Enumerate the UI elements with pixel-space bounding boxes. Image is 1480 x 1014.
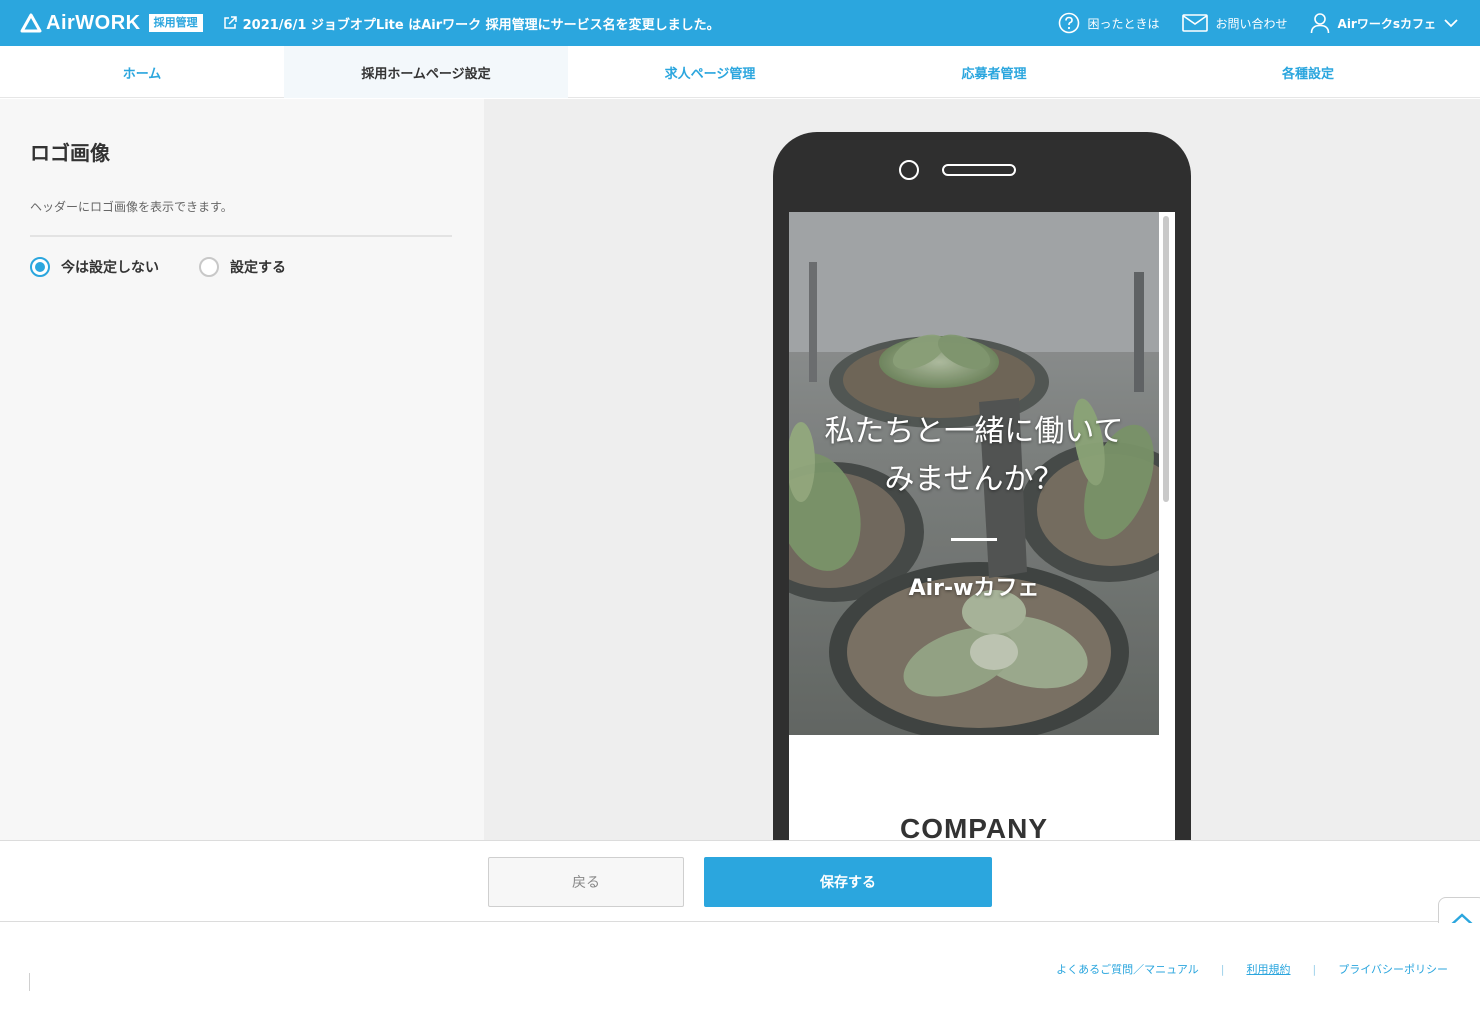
tab-home[interactable]: ホーム (0, 46, 284, 98)
hero-heading: 私たちと一緒に働いて みませんか？ (789, 408, 1159, 504)
radio-label[interactable]: 設定する (230, 257, 286, 277)
hero-heading-line1: 私たちと一緒に働いて (824, 414, 1124, 449)
tab-job-page-management[interactable]: 求人ページ管理 (568, 46, 852, 98)
phone-mockup: 私たちと一緒に働いて みませんか？ Air-wカフェ COMPANY (773, 132, 1191, 840)
hero-image: 私たちと一緒に働いて みませんか？ Air-wカフェ (789, 212, 1159, 735)
privacy-policy-link[interactable]: プライバシーポリシー (1338, 961, 1448, 977)
user-menu[interactable]: Airワークsカフェ (1310, 12, 1458, 34)
airwork-logo[interactable]: AirWORK 採用管理 (20, 12, 203, 35)
user-label: Airワークsカフェ (1337, 16, 1436, 31)
radio-set[interactable]: 設定する (199, 257, 286, 277)
top-header: AirWORK 採用管理 2021/6/1 ジョブオプLite はAirワーク … (0, 0, 1480, 46)
footer-mark (29, 973, 30, 991)
external-link-icon (223, 16, 237, 29)
question-circle-icon (1058, 12, 1079, 34)
help-link[interactable]: 困ったときは (1058, 12, 1160, 34)
radio-button-unchecked[interactable] (199, 257, 219, 277)
tab-settings[interactable]: 各種設定 (1136, 46, 1480, 98)
logo-radio-group: 今は設定しない 設定する (30, 257, 454, 277)
radio-button-checked[interactable] (30, 257, 50, 277)
radio-label[interactable]: 今は設定しない (61, 257, 159, 277)
back-button[interactable]: 戻る (488, 857, 684, 907)
footer-links: よくあるご質問／マニュアル | 利用規約 | プライバシーポリシー (1056, 961, 1448, 977)
header-links: 困ったときは お問い合わせ Airワークsカフェ (1036, 12, 1459, 34)
action-bar: 戻る 保存する (0, 840, 1480, 943)
notice-link[interactable]: 2021/6/1 ジョブオプLite はAirワーク 採用管理にサービス名を変更… (223, 14, 720, 33)
hero-company-name: Air-wカフェ (908, 576, 1040, 601)
hero-heading-line2: みませんか？ (884, 462, 1064, 497)
logo-badge: 採用管理 (148, 14, 203, 32)
faq-manual-link[interactable]: よくあるご質問／マニュアル (1056, 961, 1199, 977)
preview-scrollbar[interactable] (1163, 216, 1169, 502)
settings-panel: ロゴ画像 ヘッダーにロゴ画像を表示できます。 今は設定しない 設定する (0, 99, 484, 840)
phone-screen[interactable]: 私たちと一緒に働いて みませんか？ Air-wカフェ COMPANY (789, 212, 1175, 840)
chevron-down-icon (1444, 19, 1458, 28)
contact-link[interactable]: お問い合わせ (1181, 14, 1288, 32)
footer-separator: | (1220, 962, 1225, 976)
section-title: ロゴ画像 (30, 141, 110, 165)
tab-recruit-homepage-settings[interactable]: 採用ホームページ設定 (284, 46, 568, 98)
phone-camera (899, 160, 919, 180)
envelope-icon (1181, 14, 1208, 32)
phone-speaker (942, 164, 1016, 176)
tab-applicant-management[interactable]: 応募者管理 (852, 46, 1136, 98)
main-nav: ホーム 採用ホームページ設定 求人ページ管理 応募者管理 各種設定 (0, 46, 1480, 98)
contact-label: お問い合わせ (1215, 16, 1288, 31)
section-description: ヘッダーにロゴ画像を表示できます。 (30, 200, 233, 214)
help-label: 困ったときは (1087, 16, 1160, 31)
footer: よくあるご質問／マニュアル | 利用規約 | プライバシーポリシー (0, 923, 1480, 1014)
radio-not-now[interactable]: 今は設定しない (30, 257, 159, 277)
footer-separator: | (1312, 962, 1317, 976)
logo-text: AirWORK (46, 11, 141, 34)
hero-rule (951, 538, 997, 541)
divider (30, 235, 452, 237)
airwork-logo-icon (20, 13, 42, 33)
user-icon (1310, 13, 1329, 34)
preview-area: 私たちと一緒に働いて みませんか？ Air-wカフェ COMPANY (484, 99, 1480, 840)
company-heading: COMPANY (899, 813, 1049, 840)
terms-link[interactable]: 利用規約 (1247, 961, 1291, 977)
save-button[interactable]: 保存する (704, 857, 992, 907)
notice-text: 2021/6/1 ジョブオプLite はAirワーク 採用管理にサービス名を変更… (242, 17, 720, 33)
